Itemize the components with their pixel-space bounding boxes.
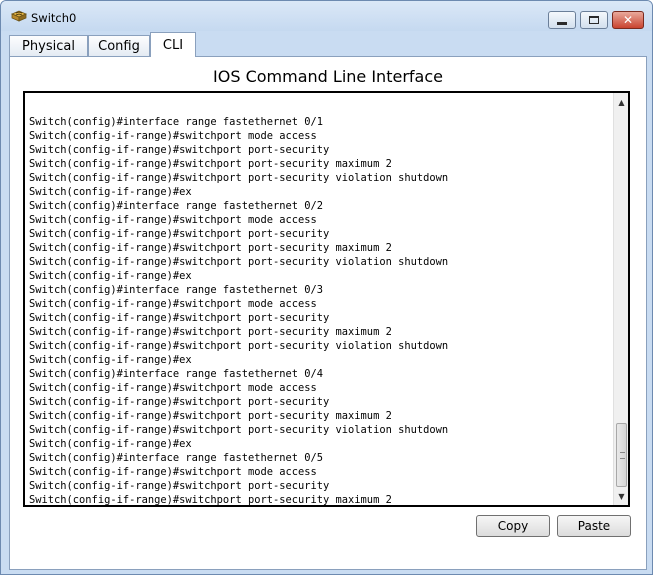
terminal-line: Switch(config-if-range)#switchport port-… <box>29 242 392 254</box>
close-icon: ✕ <box>622 13 634 27</box>
terminal-line: Switch(config)#interface range fastether… <box>29 284 324 296</box>
maximize-icon <box>589 16 599 24</box>
terminal-line: Switch(config-if-range)#ex <box>29 186 192 198</box>
terminal-line: Switch(config-if-range)#switchport mode … <box>29 298 317 310</box>
minimize-button[interactable] <box>548 11 576 29</box>
window-title: Switch0 <box>31 11 77 25</box>
terminal-line: Switch(config-if-range)#switchport port-… <box>29 340 449 352</box>
paste-button[interactable]: Paste <box>557 515 631 537</box>
terminal-line: Switch(config-if-range)#switchport mode … <box>29 214 317 226</box>
cli-terminal[interactable]: Switch(config)#interface range fastether… <box>23 91 630 507</box>
maximize-button[interactable] <box>580 11 608 29</box>
terminal-line: Switch(config-if-range)#switchport port-… <box>29 172 449 184</box>
terminal-output[interactable]: Switch(config)#interface range fastether… <box>29 93 613 506</box>
terminal-line: Switch(config-if-range)#switchport port-… <box>29 480 330 492</box>
terminal-line: Switch(config-if-range)#ex <box>29 354 192 366</box>
terminal-line: Switch(config-if-range)#switchport mode … <box>29 130 317 142</box>
terminal-line: Switch(config-if-range)#switchport port-… <box>29 228 330 240</box>
terminal-scrollbar[interactable]: ▲ ▼ <box>613 93 628 505</box>
panel-heading: IOS Command Line Interface <box>213 67 443 86</box>
terminal-line: Switch(config-if-range)#switchport mode … <box>29 382 317 394</box>
terminal-line: Switch(config)#interface range fastether… <box>29 116 324 128</box>
terminal-line: Switch(config-if-range)#switchport mode … <box>29 466 317 478</box>
terminal-line: Switch(config-if-range)#switchport port-… <box>29 410 392 422</box>
terminal-line: Switch(config-if-range)#switchport port-… <box>29 144 330 156</box>
terminal-line: Switch(config-if-range)#ex <box>29 438 192 450</box>
switch0-window: Switch0 ✕ Physical Config CLI IOS Comman… <box>0 0 653 575</box>
terminal-line: Switch(config-if-range)#switchport port-… <box>29 424 449 436</box>
scroll-thumb[interactable] <box>616 423 627 487</box>
tab-config[interactable]: Config <box>88 35 150 56</box>
terminal-line: Switch(config-if-range)#switchport port-… <box>29 396 330 408</box>
terminal-line: Switch(config-if-range)#switchport port-… <box>29 256 449 268</box>
terminal-line: Switch(config-if-range)#switchport port-… <box>29 158 392 170</box>
terminal-line: Switch(config-if-range)#switchport port-… <box>29 326 392 338</box>
terminal-line: Switch(config-if-range)#switchport port-… <box>29 312 330 324</box>
switch-device-icon <box>11 10 27 22</box>
terminal-line: Switch(config-if-range)#switchport port-… <box>29 494 392 506</box>
cli-panel: IOS Command Line Interface Switch(config… <box>9 56 647 570</box>
title-bar[interactable]: Switch0 ✕ <box>1 1 652 31</box>
terminal-line: Switch(config)#interface range fastether… <box>29 452 324 464</box>
scroll-down-arrow-icon[interactable]: ▼ <box>614 489 628 503</box>
tab-bar: Physical Config CLI <box>9 32 649 57</box>
terminal-line: Switch(config)#interface range fastether… <box>29 200 324 212</box>
tab-physical[interactable]: Physical <box>9 35 88 56</box>
close-button[interactable]: ✕ <box>612 11 644 29</box>
tab-cli[interactable]: CLI <box>150 32 196 57</box>
terminal-line: Switch(config-if-range)#ex <box>29 270 192 282</box>
copy-button[interactable]: Copy <box>476 515 550 537</box>
terminal-line: Switch(config)#interface range fastether… <box>29 368 324 380</box>
minimize-icon <box>557 21 567 25</box>
scroll-up-arrow-icon[interactable]: ▲ <box>614 95 628 109</box>
thumb-grip-icon <box>620 452 625 459</box>
